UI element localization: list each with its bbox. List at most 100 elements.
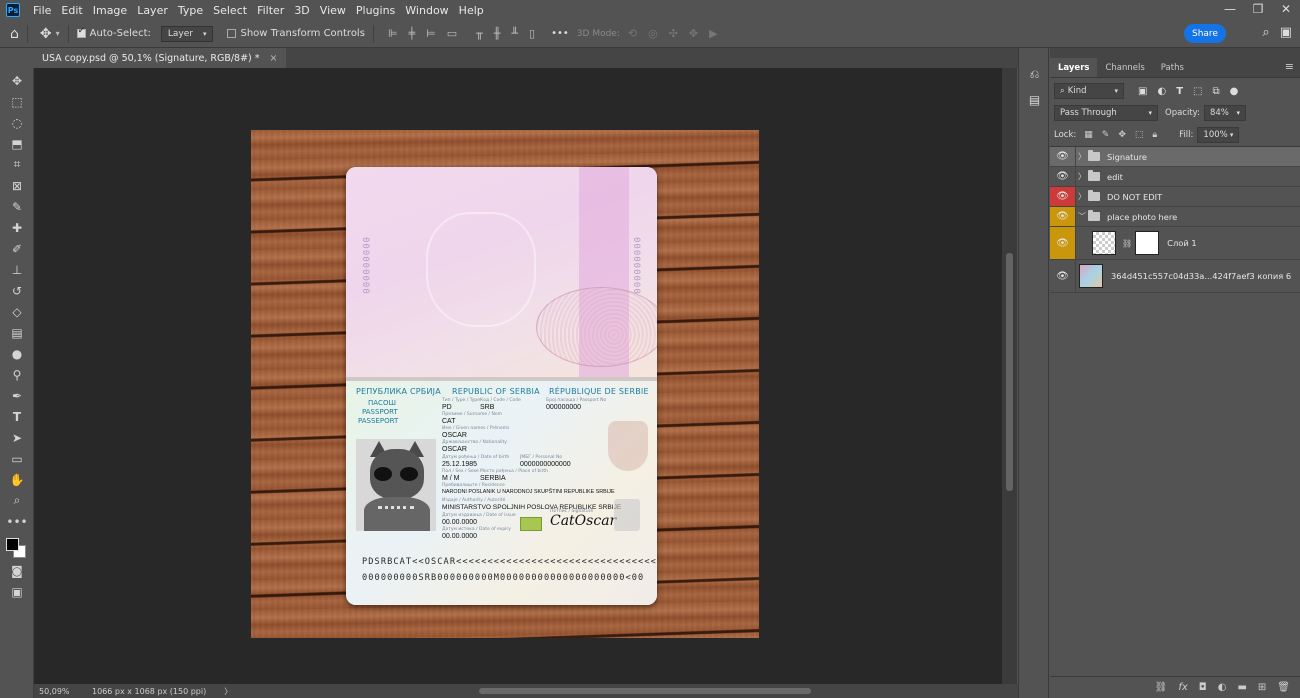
screen-mode-icon[interactable]: ▣ xyxy=(0,581,34,602)
tab-paths[interactable]: Paths xyxy=(1153,58,1192,77)
3d-roll-icon[interactable]: ◎ xyxy=(648,27,658,40)
align-right-icon[interactable]: ⊨ xyxy=(426,27,436,40)
blur-tool-icon[interactable]: ● xyxy=(0,343,34,364)
layer-thumbnail[interactable] xyxy=(1079,264,1103,288)
chevron-right-icon[interactable]: 〉 xyxy=(1076,191,1088,202)
horizontal-scroll-thumb[interactable] xyxy=(479,688,811,694)
foreground-color-swatch[interactable] xyxy=(6,538,19,551)
vertical-scrollbar[interactable] xyxy=(1002,68,1017,684)
vertical-scroll-thumb[interactable] xyxy=(1006,253,1013,491)
visibility-eye-icon[interactable]: 👁︎ xyxy=(1050,207,1076,226)
adjustment-layer-icon[interactable]: ◐ xyxy=(1218,682,1227,693)
workspace-icon[interactable]: ▣ xyxy=(1280,25,1292,40)
visibility-eye-icon[interactable]: 👁︎ xyxy=(1050,187,1076,206)
opacity-input[interactable]: 84% ▾ xyxy=(1203,105,1246,121)
quick-mask-icon[interactable]: ◙ xyxy=(0,560,34,581)
brush-tool-icon[interactable]: ✐ xyxy=(0,238,34,259)
restore-icon[interactable]: ❐ xyxy=(1244,0,1272,20)
3d-pan-icon[interactable]: ✣ xyxy=(669,27,678,40)
layer-row[interactable]: 👁︎ ⛓︎ Слой 1 xyxy=(1050,227,1300,260)
menu-3d[interactable]: 3D xyxy=(289,4,314,17)
share-button[interactable]: Share xyxy=(1184,24,1226,43)
filter-adjustment-icon[interactable]: ◐ xyxy=(1157,86,1166,97)
more-tools-icon[interactable]: ••• xyxy=(0,511,34,532)
home-icon[interactable]: ⌂ xyxy=(10,26,19,42)
link-layers-icon[interactable]: ⛓︎ xyxy=(1155,682,1168,693)
layer-thumbnail[interactable] xyxy=(1092,231,1116,255)
visibility-eye-icon[interactable]: 👁︎ xyxy=(1050,260,1076,292)
align-vcenter-icon[interactable]: ╫ xyxy=(494,27,501,40)
lock-all-icon[interactable]: 🔒︎ xyxy=(1152,130,1157,140)
menu-select[interactable]: Select xyxy=(208,4,252,17)
type-tool-icon[interactable]: T xyxy=(0,406,34,427)
visibility-eye-icon[interactable]: 👁︎ xyxy=(1050,167,1076,186)
filter-type-icon[interactable]: T xyxy=(1176,86,1183,97)
distribute-h-icon[interactable]: ▭ xyxy=(447,27,457,40)
auto-select-checkbox[interactable]: Auto-Select: xyxy=(76,26,151,39)
frame-tool-icon[interactable]: ⊠ xyxy=(0,175,34,196)
path-selection-tool-icon[interactable]: ➤ xyxy=(0,427,34,448)
chevron-down-icon[interactable]: ▾ xyxy=(56,29,60,38)
visibility-eye-icon[interactable]: 👁︎ xyxy=(1050,147,1076,166)
move-tool-icon[interactable]: ✥ xyxy=(40,26,52,42)
3d-slide-icon[interactable]: ✥ xyxy=(689,27,698,40)
3d-scale-icon[interactable]: ▶ xyxy=(709,27,717,40)
chevron-down-icon[interactable]: ﹀ xyxy=(1076,211,1088,222)
filter-toggle-icon[interactable]: ● xyxy=(1230,86,1239,97)
eraser-tool-icon[interactable]: ◇ xyxy=(0,301,34,322)
photoshop-logo-icon[interactable]: Ps xyxy=(6,3,20,17)
zoom-tool-icon[interactable]: ⌕ xyxy=(0,490,34,511)
fill-input[interactable]: 100% ▾ xyxy=(1197,127,1240,143)
panel-menu-icon[interactable]: ≡ xyxy=(1285,60,1294,73)
document-image[interactable]: 000000000 000000000 РЕПУБЛИКА СРБИЈА REP… xyxy=(251,130,759,638)
chain-link-icon[interactable]: ⛓︎ xyxy=(1122,239,1132,248)
object-select-tool-icon[interactable]: ⬒ xyxy=(0,133,34,154)
menu-window[interactable]: Window xyxy=(400,4,453,17)
menu-layer[interactable]: Layer xyxy=(132,4,173,17)
filter-pixel-icon[interactable]: ▣ xyxy=(1138,86,1147,97)
distribute-v-icon[interactable]: ▯ xyxy=(529,27,535,40)
lasso-tool-icon[interactable]: ◌ xyxy=(0,112,34,133)
horizontal-scrollbar[interactable] xyxy=(264,686,1004,696)
layer-row[interactable]: 👁︎ 〉 Signature xyxy=(1050,147,1300,167)
layer-row[interactable]: 👁︎ 〉 edit xyxy=(1050,167,1300,187)
history-brush-tool-icon[interactable]: ↺ xyxy=(0,280,34,301)
chevron-right-icon[interactable]: 〉 xyxy=(1076,151,1088,162)
lock-transparency-icon[interactable]: ▦ xyxy=(1084,130,1093,140)
history-panel-icon[interactable]: ⎌ xyxy=(1019,62,1050,86)
align-top-icon[interactable]: ╥ xyxy=(476,27,483,40)
minimize-icon[interactable]: — xyxy=(1216,0,1244,20)
search-icon[interactable]: ⌕ xyxy=(1262,25,1269,40)
layer-row[interactable]: 👁︎ ﹀ place photo here xyxy=(1050,207,1300,227)
lock-position-icon[interactable]: ✥ xyxy=(1118,130,1126,140)
checkbox-checked-icon[interactable] xyxy=(76,26,86,38)
crop-tool-icon[interactable]: ⌗ xyxy=(0,154,34,175)
align-left-icon[interactable]: ⊫ xyxy=(388,27,398,40)
layer-row[interactable]: 👁︎ 364d451c557c04d33a...424f7aef3 копия … xyxy=(1050,260,1300,293)
add-mask-icon[interactable]: ◘ xyxy=(1199,682,1207,693)
new-layer-icon[interactable]: ⊞ xyxy=(1258,682,1266,693)
menu-image[interactable]: Image xyxy=(88,4,132,17)
lock-artboard-icon[interactable]: ⬚ xyxy=(1135,130,1144,140)
layer-row[interactable]: 👁︎ 〉 DO NOT EDIT xyxy=(1050,187,1300,207)
menu-plugins[interactable]: Plugins xyxy=(351,4,400,17)
auto-select-target-dropdown[interactable]: Layer ▾ xyxy=(160,25,214,42)
filter-shape-icon[interactable]: ⬚ xyxy=(1193,86,1202,97)
menu-edit[interactable]: Edit xyxy=(56,4,87,17)
dodge-tool-icon[interactable]: ⚲ xyxy=(0,364,34,385)
document-tab[interactable]: USA copy.psd @ 50,1% (Signature, RGB/8#)… xyxy=(34,48,286,68)
menu-type[interactable]: Type xyxy=(173,4,208,17)
menu-view[interactable]: View xyxy=(315,4,351,17)
healing-brush-tool-icon[interactable]: ✚ xyxy=(0,217,34,238)
checkbox-unchecked-icon[interactable] xyxy=(227,29,237,38)
blend-mode-dropdown[interactable]: Pass Through ▾ xyxy=(1054,105,1158,121)
show-transform-checkbox[interactable]: Show Transform Controls xyxy=(227,28,365,39)
close-tab-icon[interactable]: × xyxy=(270,53,278,64)
tab-channels[interactable]: Channels xyxy=(1097,58,1152,77)
layer-mask-thumbnail[interactable] xyxy=(1135,231,1160,255)
menu-filter[interactable]: Filter xyxy=(252,4,289,17)
tab-layers[interactable]: Layers xyxy=(1050,58,1098,77)
more-options-icon[interactable]: ••• xyxy=(551,28,569,39)
visibility-eye-icon[interactable]: 👁︎ xyxy=(1050,227,1076,259)
move-tool-icon[interactable]: ✥ xyxy=(0,70,34,91)
